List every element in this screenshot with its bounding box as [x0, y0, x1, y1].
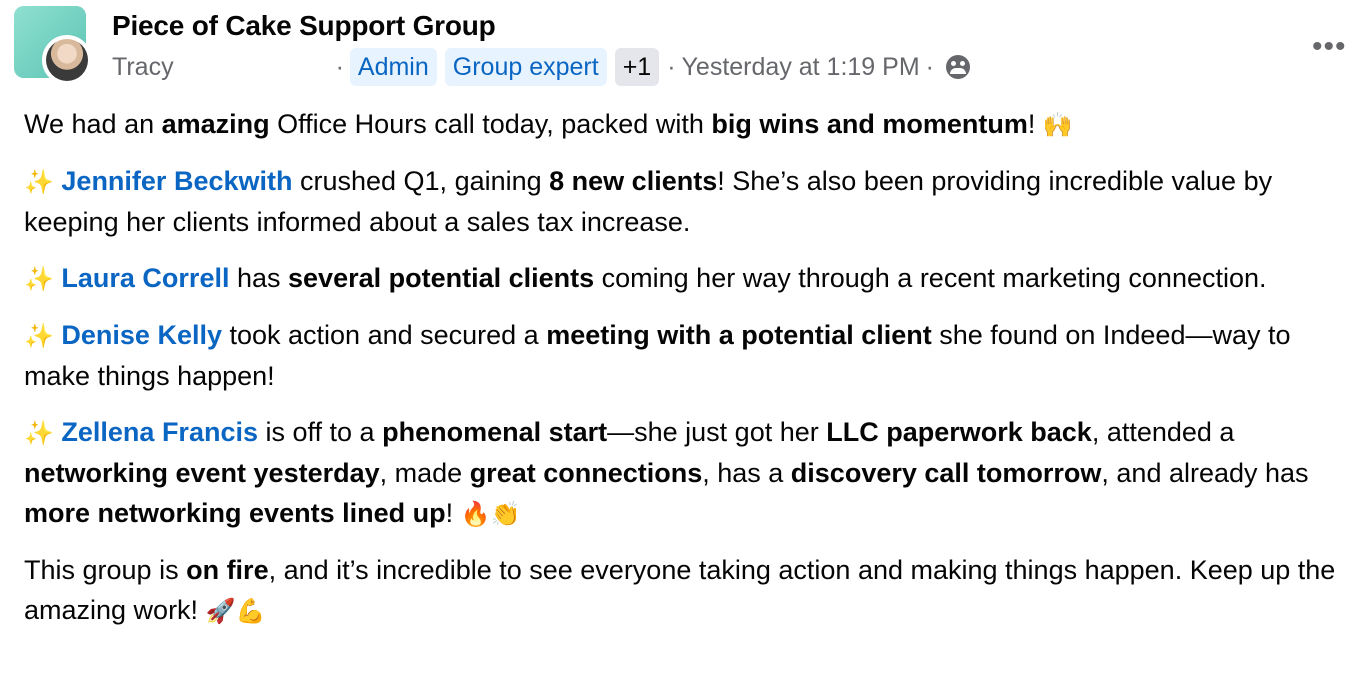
text: , made: [379, 458, 470, 488]
badge-group-expert[interactable]: Group expert: [444, 48, 607, 86]
bold-text: meeting with a potential client: [546, 320, 932, 350]
bold-text: more networking events lined up: [24, 498, 446, 528]
text: has: [229, 263, 289, 293]
bold-text: on fire: [186, 555, 269, 585]
mention-denise-kelly[interactable]: Denise Kelly: [61, 320, 222, 350]
bold-text: phenomenal start: [382, 417, 608, 447]
badge-admin[interactable]: Admin: [349, 48, 437, 86]
group-name[interactable]: Piece of Cake Support Group: [112, 10, 496, 42]
post-paragraph: We had an amazing Office Hours call toda…: [24, 104, 1364, 145]
mention-jennifer-beckwith[interactable]: Jennifer Beckwith: [61, 166, 292, 196]
audience-members-icon[interactable]: [946, 55, 970, 79]
separator: ·: [335, 52, 344, 81]
post-timestamp[interactable]: Yesterday at 1:19 PM: [682, 53, 920, 82]
bold-text: great connections: [469, 458, 703, 488]
text: , has a: [702, 458, 791, 488]
more-options-button[interactable]: •••: [1312, 30, 1347, 64]
text: is off to a: [258, 417, 383, 447]
post-body: We had an amazing Office Hours call toda…: [24, 104, 1364, 647]
rocket-muscle-emoji-icon: 🚀💪: [205, 597, 266, 625]
bold-text: networking event yesterday: [24, 458, 380, 488]
avatar-image: [46, 39, 88, 81]
text: , and already has: [1101, 458, 1309, 488]
text: This group is: [24, 555, 187, 585]
text: coming her way through a recent marketin…: [594, 263, 1267, 293]
post-paragraph: This group is on fire, and it’s incredib…: [24, 550, 1364, 631]
post-meta: Tracy · Admin Group expert +1 · Yesterda…: [112, 47, 970, 87]
sparkles-emoji-icon: ✨: [24, 419, 54, 447]
author-name[interactable]: Tracy: [112, 53, 174, 82]
avatar[interactable]: [42, 35, 92, 85]
mention-laura-correll[interactable]: Laura Correll: [61, 263, 229, 293]
bold-text: discovery call tomorrow: [790, 458, 1102, 488]
bold-text: LLC paperwork back: [826, 417, 1092, 447]
text: took action and secured a: [221, 320, 547, 350]
mention-zellena-francis[interactable]: Zellena Francis: [61, 417, 258, 447]
post-header: Piece of Cake Support Group Tracy · Admi…: [0, 0, 1368, 100]
sparkles-emoji-icon: ✨: [24, 265, 54, 293]
sparkles-emoji-icon: ✨: [24, 322, 54, 350]
bold-text: amazing: [161, 109, 270, 139]
separator: ·: [667, 52, 676, 81]
text: !: [445, 498, 461, 528]
text: crushed Q1, gaining: [292, 166, 550, 196]
redacted-surname: [183, 57, 324, 77]
text: —she just got her: [607, 417, 827, 447]
badge-more[interactable]: +1: [614, 48, 660, 86]
text: Office Hours call today, packed with: [269, 109, 712, 139]
post-paragraph: ✨ Denise Kelly took action and secured a…: [24, 315, 1364, 396]
text: We had an: [24, 109, 162, 139]
text: , attended a: [1091, 417, 1235, 447]
bold-text: 8 new clients: [549, 166, 718, 196]
separator: ·: [925, 52, 934, 81]
sparkles-emoji-icon: ✨: [24, 168, 54, 196]
raising-hands-emoji-icon: 🙌: [1042, 111, 1073, 139]
bold-text: big wins and momentum: [711, 109, 1028, 139]
fire-clapping-emoji-icon: 🔥👏: [460, 500, 521, 528]
post-paragraph: ✨ Zellena Francis is off to a phenomenal…: [24, 412, 1364, 534]
text: !: [1027, 109, 1043, 139]
post-paragraph: ✨ Laura Correll has several potential cl…: [24, 258, 1364, 299]
post-paragraph: ✨ Jennifer Beckwith crushed Q1, gaining …: [24, 161, 1364, 242]
bold-text: several potential clients: [288, 263, 595, 293]
